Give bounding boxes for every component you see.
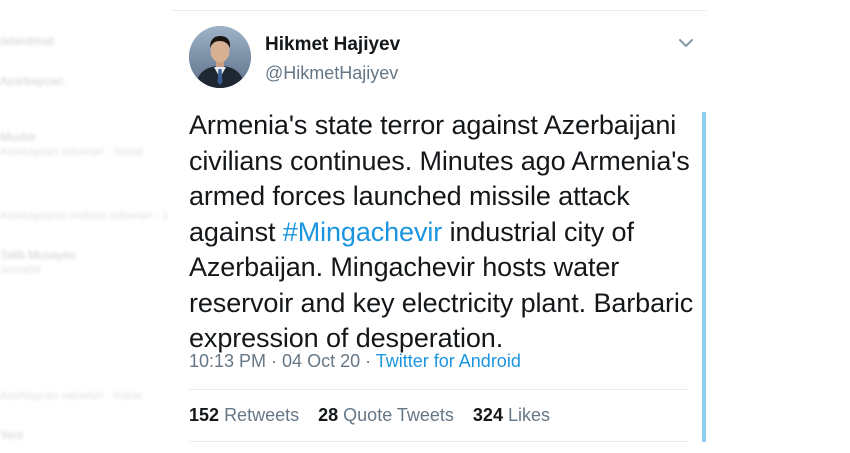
retweets-count: 152 bbox=[189, 405, 220, 425]
author-display-name[interactable]: Hikmet Hajiyev bbox=[265, 34, 400, 56]
tweet-source-link[interactable]: Twitter for Android bbox=[376, 351, 521, 371]
avatar[interactable] bbox=[189, 26, 251, 88]
tweet-timestamp[interactable]: 10:13 PM · 04 Oct 20 · bbox=[189, 351, 376, 371]
background-list-item: Azərbaycan bbox=[0, 74, 64, 88]
thread-line bbox=[702, 112, 706, 442]
hashtag-link[interactable]: #Mingachevir bbox=[283, 217, 442, 247]
quote-tweets-count: 28 bbox=[318, 405, 339, 425]
background-list-item: Azərbaycanın mühüm xəbərləri · 1 bbox=[0, 210, 169, 222]
likes-label: Likes bbox=[507, 405, 551, 425]
tweet-text: Armenia's state terror against Azerbaija… bbox=[189, 108, 701, 357]
tweet-card: Hikmet Hajiyev @HikmetHajiyev Armenia's … bbox=[172, 0, 706, 453]
screenshot-page: ödənilməli Azərbaycan Muxbir Azərbaycan x… bbox=[0, 0, 850, 453]
author-handle[interactable]: @HikmetHajiyev bbox=[265, 63, 398, 84]
likes-count: 324 bbox=[472, 405, 503, 425]
background-list-item: ödənilməli bbox=[0, 34, 55, 48]
background-list: ödənilməli Azərbaycan Muxbir Azərbaycan x… bbox=[0, 0, 175, 453]
background-list-item: Talib Musayev Jurnalist bbox=[0, 248, 77, 276]
likes-stat[interactable]: 324 Likes bbox=[473, 405, 550, 426]
retweets-label: Retweets bbox=[224, 405, 300, 425]
retweets-stat[interactable]: 152 Retweets bbox=[189, 405, 299, 426]
quote-tweets-stat[interactable]: 28 Quote Tweets bbox=[318, 405, 454, 426]
stats-bottom-divider bbox=[189, 441, 689, 442]
background-list-item: Azərbaycan xəbərləri · Xəbər bbox=[0, 390, 143, 402]
card-top-divider bbox=[172, 10, 706, 11]
tweet-meta: 10:13 PM · 04 Oct 20 · Twitter for Andro… bbox=[189, 351, 521, 372]
stats-top-divider bbox=[189, 389, 689, 390]
background-list-item: Yeni bbox=[0, 428, 23, 442]
tweet-stats: 152 Retweets 28 Quote Tweets 324 Likes bbox=[189, 405, 564, 426]
quote-tweets-label: Quote Tweets bbox=[343, 405, 454, 425]
chevron-down-icon[interactable] bbox=[677, 36, 695, 50]
background-list-item: Muxbir Azərbaycan xəbərləri · Sosial bbox=[0, 130, 144, 158]
